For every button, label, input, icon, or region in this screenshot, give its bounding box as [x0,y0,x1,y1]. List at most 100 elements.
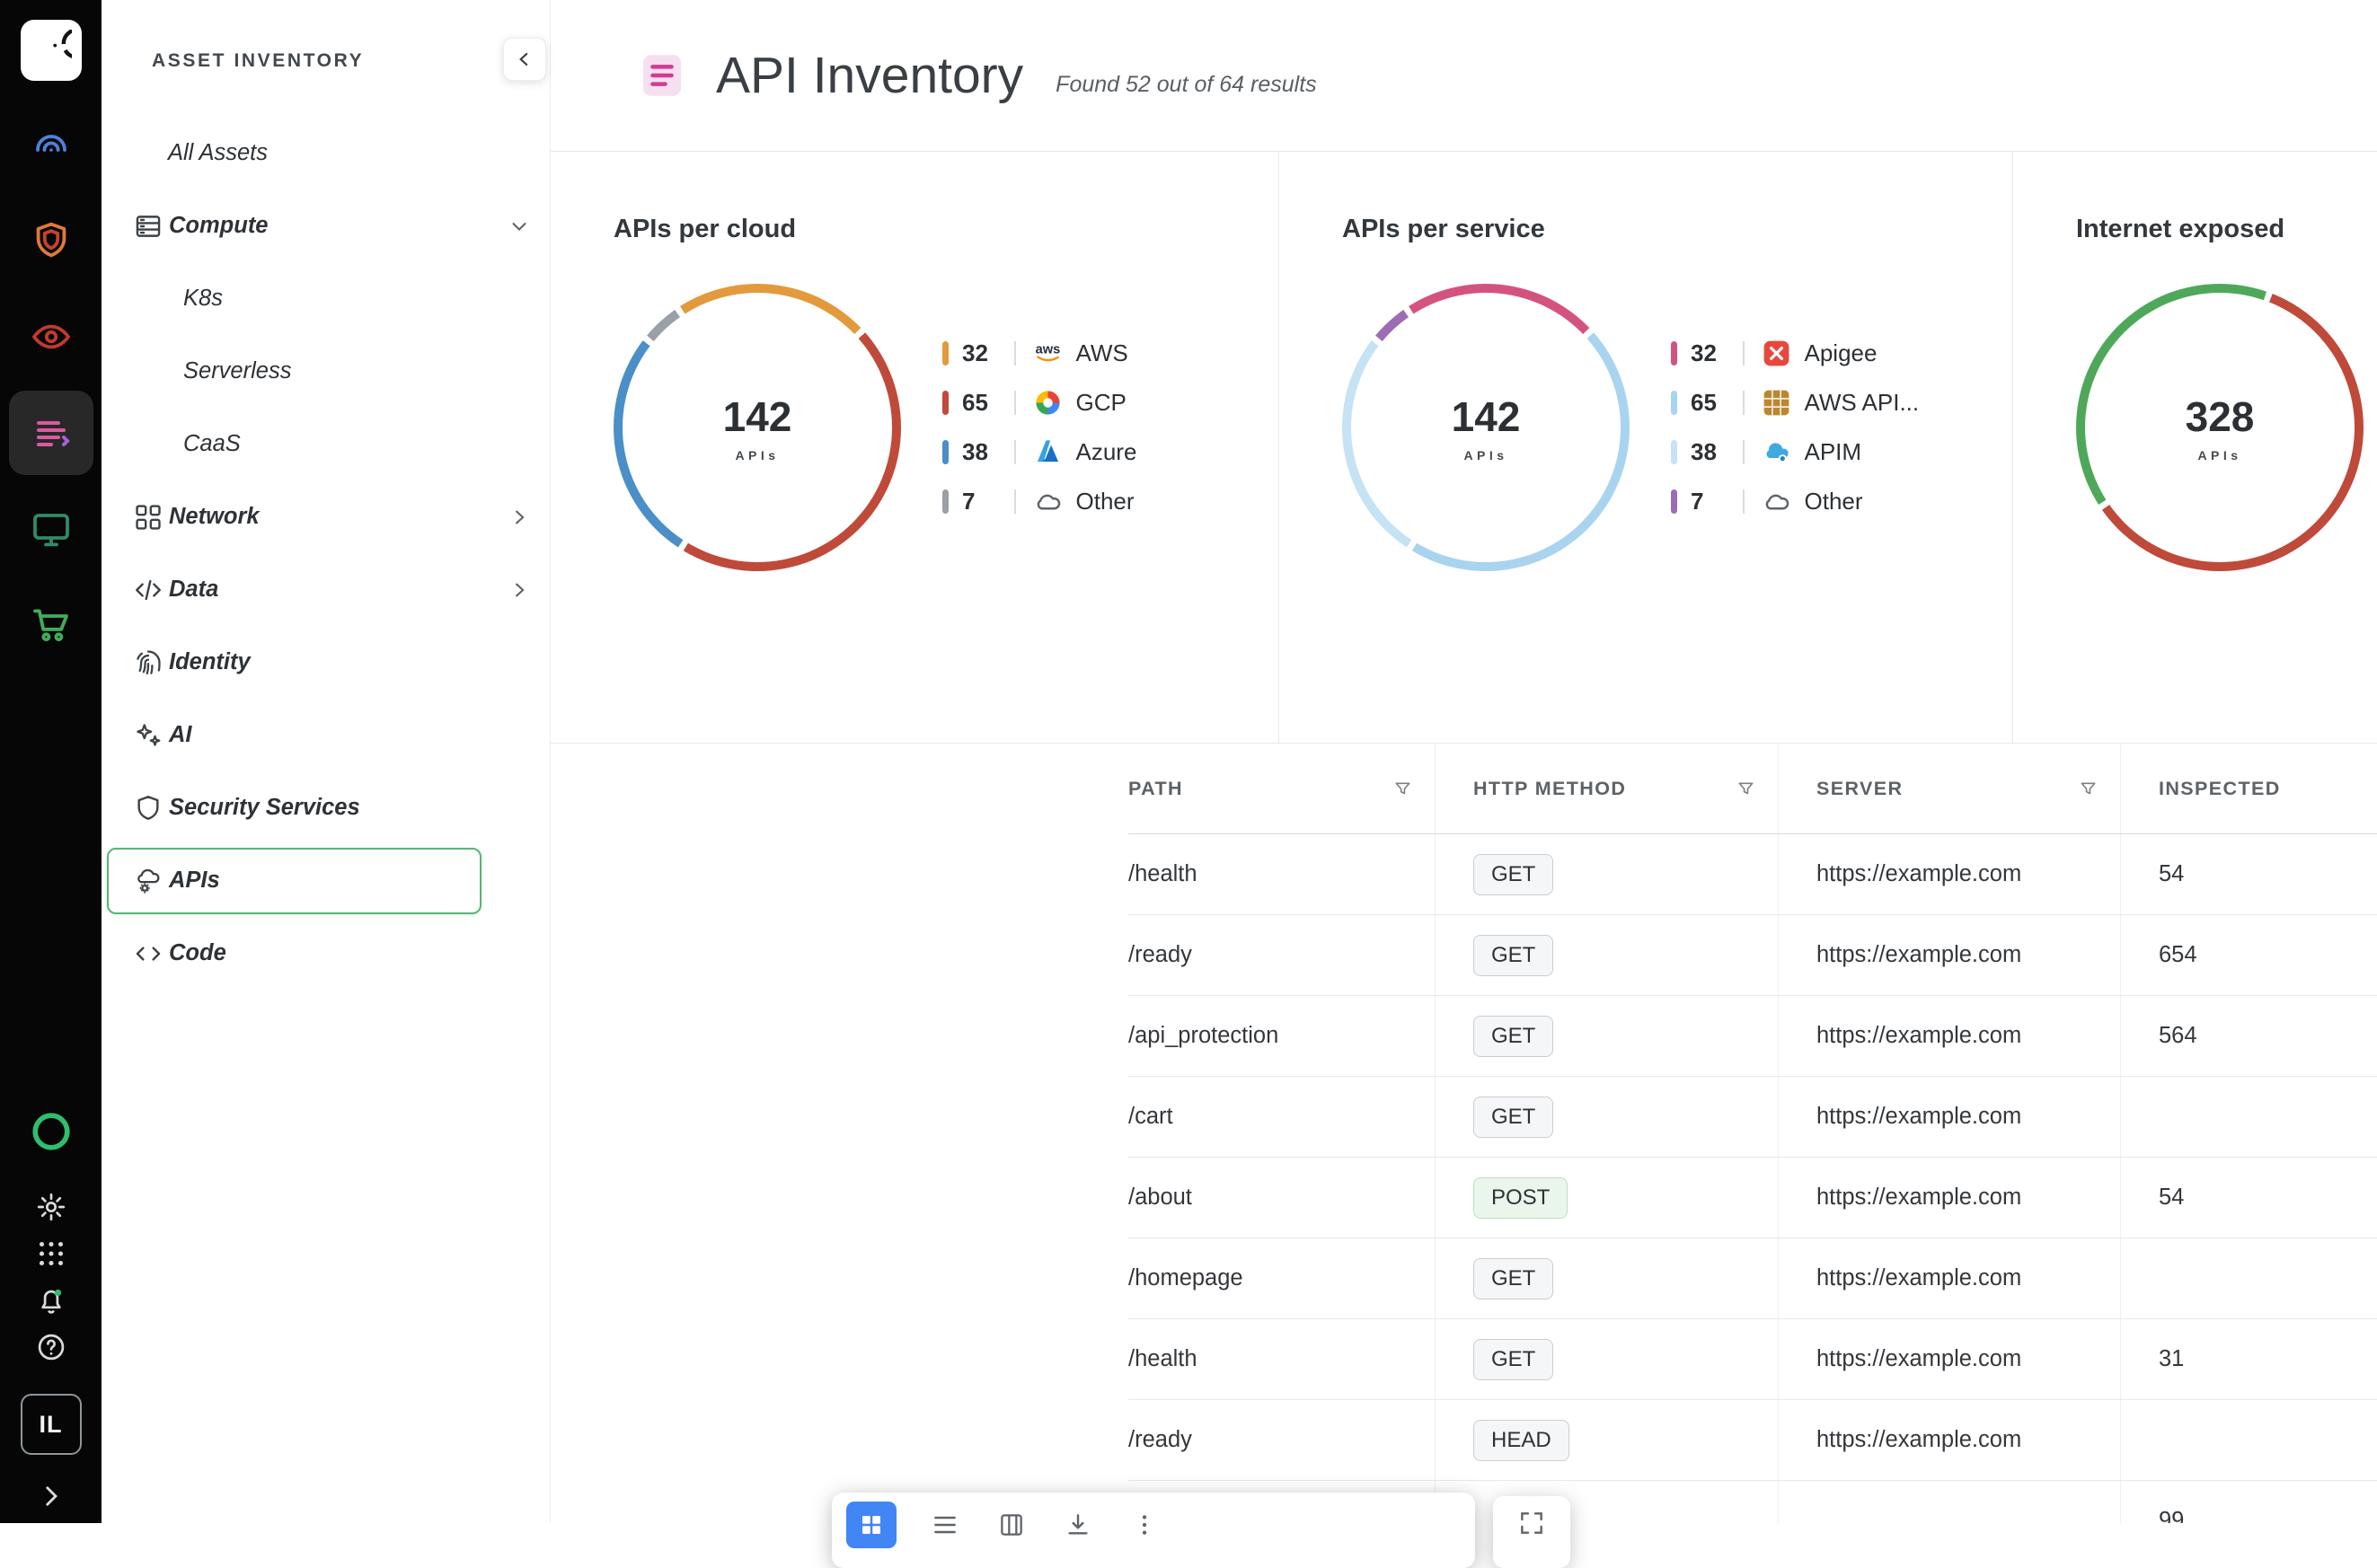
cell-inspected: 54 [2121,834,2377,914]
sidebar-item-compute[interactable]: Compute [102,189,550,262]
rail-item-cart[interactable] [9,583,93,667]
sidebar-item-identity[interactable]: Identity [102,626,550,699]
rail-item-monitor[interactable] [9,487,93,571]
avatar[interactable]: IL [21,1394,82,1455]
table-row[interactable]: /api_protectionGEThttps://example.com564… [1128,996,2377,1077]
help-icon [35,1331,67,1363]
method-chip: GET [1473,1097,1553,1138]
column-label: SERVER [1816,778,1903,800]
cell-http-method: POST [1436,1158,1779,1238]
legend-value: 7 [962,488,1014,515]
table-row[interactable]: /readyHEADhttps://example.comOpenAP [1128,1400,2377,1481]
sidebar-collapse-button[interactable] [503,38,546,81]
data-icon [133,575,163,605]
funnel-icon[interactable] [1392,779,1413,799]
legend-value: 65 [1691,389,1743,417]
cell-server: https://example.com [1779,1319,2121,1399]
cell-http-method: GET [1436,1238,1779,1318]
floating-toolbar [832,1493,1475,1568]
floating-side-button[interactable] [1493,1496,1570,1568]
expand-rail-button[interactable] [31,1476,71,1516]
rail-item-help[interactable] [22,1324,80,1370]
rail-item-ring[interactable] [22,1099,80,1164]
apps-icon [35,1238,67,1270]
sidebar-item-data[interactable]: Data [102,553,550,626]
sidebar-item-all-assets[interactable]: All Assets [102,117,550,189]
sidebar-item-serverless[interactable]: Serverless [102,335,550,408]
rail-item-eye[interactable] [9,295,93,379]
chevron-left-icon [513,48,536,71]
legend-tick [1671,440,1677,464]
chart-legend: 32Apigee65AWS API...38APIM7Other [1671,335,1919,521]
sidebar-item-ai[interactable]: AI [102,699,550,771]
legend-divider [1743,440,1745,464]
sidebar-item-code[interactable]: Code [102,917,550,990]
sidebar-item-label: AI [169,722,192,748]
cell-inspected [2121,1400,2377,1480]
column-header-server[interactable]: SERVER [1779,744,2121,833]
sidebar-item-k8s[interactable]: K8s [102,262,550,335]
column-header-inspected[interactable]: INSPECTED [2121,744,2377,833]
toolbar-button-download[interactable] [1060,1502,1096,1548]
table-row[interactable]: /healthGEThttps://example.com54OpenAP [1128,834,2377,915]
donut-chart: 328APIs [2076,284,2364,571]
table-row[interactable]: /healthGEThttps://example.com31OpenAP [1128,1319,2377,1400]
toolbar-button-list[interactable] [927,1502,963,1548]
cell-http-method: HEAD [1436,1400,1779,1480]
api-page-icon [637,50,687,101]
aws-icon: aws [1031,337,1065,370]
app-logo[interactable] [21,20,82,81]
cell-inspected [2121,1077,2377,1157]
legend-divider [1743,341,1745,366]
legend-tick [942,391,949,415]
rail-item-gear[interactable] [22,1184,80,1230]
table-row[interactable]: /aboutPOSThttps://example.com54OpenAP [1128,1158,2377,1238]
rail-item-api[interactable] [9,391,93,475]
chart-apis-per-service: APIs per service142APIs32Apigee65AWS API… [1278,152,2012,743]
sidebar-item-label: Serverless [183,358,291,384]
method-chip: POST [1473,1177,1568,1219]
rail-item-radar[interactable] [9,102,93,187]
legend-divider [1014,341,1016,366]
toolbar-button-columns[interactable] [994,1502,1029,1548]
gear-icon [35,1191,67,1223]
api-icon [30,411,73,454]
table-row[interactable]: /homepageGEThttps://example.comOpenAP [1128,1238,2377,1319]
columns-icon [997,1511,1026,1539]
cell-server: https://example.com [1779,1158,2121,1238]
toolbar-button-more[interactable] [1127,1502,1162,1548]
table-row[interactable]: /readyGEThttps://example.com654OpenAP [1128,915,2377,996]
funnel-icon[interactable] [2078,779,2099,799]
method-chip: HEAD [1473,1420,1569,1461]
funnel-icon[interactable] [1736,779,1756,799]
apim-icon [1760,436,1793,469]
cell-inspected: 564 [2121,996,2377,1076]
table-row[interactable]: /cartGEThttps://example.comOpenAP [1128,1077,2377,1158]
sidebar-item-caas[interactable]: CaaS [102,408,550,480]
toolbar-primary-button[interactable] [846,1502,897,1548]
legend-label: AWS API... [1805,389,1920,417]
legend-item-other: 7Other [1671,483,1919,521]
chart-apis-per-cloud: APIs per cloud142APIs32awsAWS65GCP38Azur… [551,152,1278,743]
rail-item-shield[interactable] [9,198,93,283]
rail-item-bell[interactable] [22,1277,80,1324]
list-icon [931,1511,959,1539]
legend-label: AWS [1076,339,1128,367]
legend-value: 38 [962,438,1014,466]
cell-inspected: 54 [2121,1158,2377,1238]
column-header-http-method[interactable]: HTTP METHOD [1436,744,1779,833]
legend-value: 38 [1691,438,1743,466]
identity-icon [133,647,163,678]
rail-item-apps[interactable] [22,1230,80,1277]
cell-http-method: GET [1436,1319,1779,1399]
method-chip: GET [1473,1258,1553,1299]
legend-tick [1671,391,1677,415]
column-header-path[interactable]: PATH [1128,744,1436,833]
code-icon [133,938,163,969]
sidebar-item-network[interactable]: Network [102,480,550,553]
sidebar-item-security-services[interactable]: Security Services [102,771,550,844]
sidebar-item-apis[interactable]: APIs [107,848,482,914]
cell-http-method: GET [1436,915,1779,995]
sidebar-title: ASSET INVENTORY [152,50,364,72]
rail-top-nav [9,102,93,667]
